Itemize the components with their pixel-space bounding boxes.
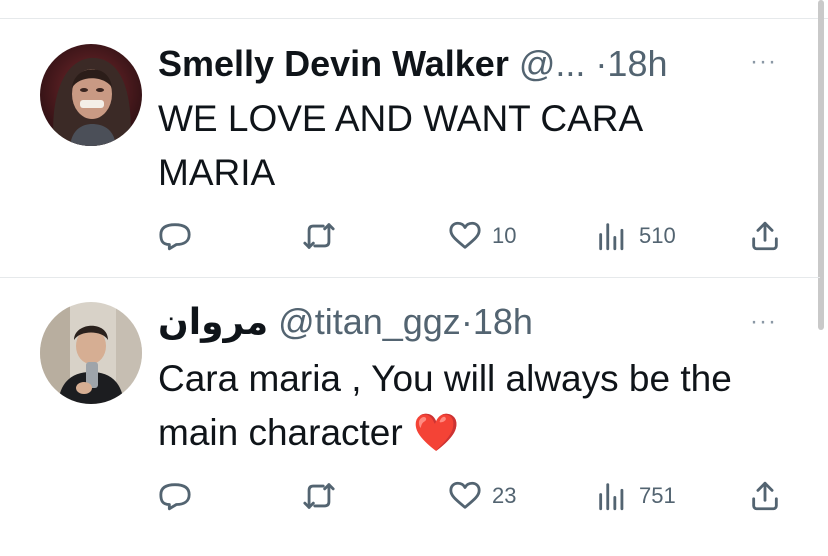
views-icon <box>599 483 624 511</box>
share-icon <box>752 481 778 511</box>
more-glyph: ··· <box>750 48 777 75</box>
timestamp[interactable]: 18h <box>607 43 667 84</box>
heart-icon <box>449 481 481 509</box>
avatar[interactable] <box>40 302 142 404</box>
tweet-header: مروان @titan_ggz·18h <box>158 300 533 344</box>
more-icon[interactable]: ··· <box>750 310 786 334</box>
handle[interactable]: @... <box>519 43 586 84</box>
action-bar: 10 510 <box>0 216 820 256</box>
like-button[interactable]: 10 <box>448 216 516 256</box>
tweet-text: Cara maria , You will always be the main… <box>158 358 732 453</box>
retweet-icon <box>303 483 335 509</box>
retweet-button[interactable] <box>302 216 346 256</box>
share-icon <box>752 221 778 251</box>
share-button[interactable] <box>748 476 782 516</box>
tweet-text: WE LOVE AND WANT CARA MARIA <box>158 98 642 193</box>
timestamp[interactable]: 18h <box>473 301 533 342</box>
views-button[interactable]: 751 <box>595 476 676 516</box>
tweet-header: Smelly Devin Walker @... ·18h <box>158 42 668 86</box>
reply-button[interactable] <box>158 216 202 256</box>
retweet-icon <box>303 223 335 249</box>
view-count: 510 <box>639 223 676 248</box>
heart-icon <box>449 221 481 249</box>
reply-icon <box>159 223 191 251</box>
action-bar: 23 751 <box>0 476 820 516</box>
more-icon[interactable]: ··· <box>750 50 786 74</box>
like-button[interactable]: 23 <box>448 476 516 516</box>
like-count: 10 <box>492 223 517 248</box>
views-icon <box>599 223 624 251</box>
separator-dot: · <box>595 43 608 84</box>
reply-button[interactable] <box>158 476 202 516</box>
share-button[interactable] <box>748 216 782 256</box>
avatar[interactable] <box>40 44 142 146</box>
retweet-button[interactable] <box>302 476 346 516</box>
more-glyph: ··· <box>750 308 777 335</box>
display-name[interactable]: Smelly Devin Walker <box>158 43 509 84</box>
views-button[interactable]: 510 <box>595 216 676 256</box>
tweet-card[interactable]: Smelly Devin Walker @... ·18h ··· WE LOV… <box>0 0 820 278</box>
display-name[interactable]: مروان <box>158 301 268 342</box>
tweet-card[interactable]: مروان @titan_ggz·18h ··· Cara maria , Yo… <box>0 278 820 556</box>
handle[interactable]: @titan_ggz <box>278 301 461 342</box>
like-count: 23 <box>492 483 517 508</box>
separator-dot: · <box>460 301 473 342</box>
view-count: 751 <box>639 483 676 508</box>
reply-icon <box>159 483 191 511</box>
